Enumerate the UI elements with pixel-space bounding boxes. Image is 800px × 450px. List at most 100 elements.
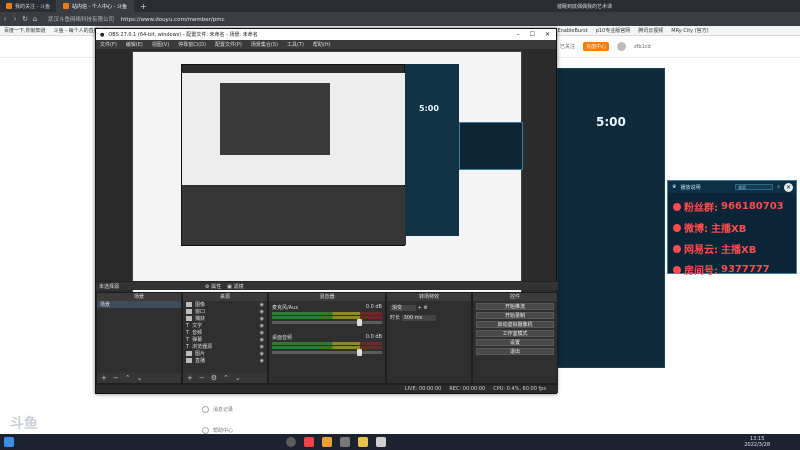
tab-messages[interactable]: 站内信 - 个人中心 - 斗鱼 <box>56 0 134 12</box>
avatar[interactable] <box>617 42 627 51</box>
home-icon <box>673 265 681 274</box>
tab-follow[interactable]: 我的关注 - 斗鱼 <box>0 0 57 12</box>
duration-input[interactable]: 300 ms <box>401 315 437 321</box>
bookmark-item[interactable]: 腾讯云视频 <box>638 27 663 34</box>
app-icon[interactable] <box>376 437 386 447</box>
menu-item-records[interactable]: 消息记录 <box>202 406 233 413</box>
overlay-search-input[interactable]: 搜索 <box>735 184 774 190</box>
menu-item-help[interactable]: 帮助中心 <box>202 427 233 434</box>
virtual-camera-button[interactable]: 启动虚拟摄像机 <box>476 321 554 328</box>
source-item[interactable]: T 弹幕 ◉ <box>183 336 267 344</box>
start-icon[interactable] <box>4 437 14 447</box>
menu-file[interactable]: 文件(F) <box>100 41 117 48</box>
volume-slider[interactable] <box>272 319 382 326</box>
follow-label[interactable]: 已关注 <box>560 43 575 50</box>
obs-preview[interactable]: 5:00 <box>132 51 523 299</box>
volume-slider[interactable] <box>272 349 382 356</box>
transition-type-select[interactable]: 渐变 + ⚙ <box>390 304 468 311</box>
steam-icon[interactable] <box>268 437 278 447</box>
close-icon[interactable]: ✕ <box>545 31 550 38</box>
menu-docks[interactable]: 停靠窗口(D) <box>178 41 206 48</box>
eye-icon[interactable]: ◉ <box>260 344 264 350</box>
studio-mode-button[interactable]: 工作室模式 <box>476 330 554 337</box>
system-clock[interactable]: 13:15 2022/3/28 <box>744 436 770 448</box>
source-item[interactable]: 窗口 ◉ <box>183 308 267 315</box>
bookmark-item[interactable]: 百度一下,你就知道 <box>4 27 46 34</box>
slider-knob[interactable] <box>357 349 362 356</box>
menu-help[interactable]: 帮助(H) <box>313 41 331 48</box>
menu-label: 帮助中心 <box>213 428 234 434</box>
back-icon[interactable]: ‹ <box>0 15 10 23</box>
add-icon[interactable]: + <box>418 305 422 311</box>
transition-type: 渐变 <box>390 305 417 311</box>
remove-icon[interactable]: − <box>199 374 205 382</box>
add-icon[interactable]: + <box>101 374 107 382</box>
app-icon[interactable] <box>340 437 350 447</box>
folder-icon[interactable] <box>358 437 368 447</box>
chrome-icon[interactable] <box>322 437 332 447</box>
gear-icon[interactable]: ⚙ <box>423 305 427 311</box>
forward-icon[interactable]: › <box>10 15 20 23</box>
menu-tools[interactable]: 工具(T) <box>287 41 304 48</box>
menu-scene-collection[interactable]: 场景集合(S) <box>251 41 278 48</box>
obs-taskbar-icon[interactable] <box>286 437 296 447</box>
close-icon[interactable]: ✕ <box>784 182 793 192</box>
bookmark-item[interactable]: p10专业版官网 <box>596 27 631 34</box>
start-streaming-button[interactable]: 开始推流 <box>476 303 554 310</box>
menu-edit[interactable]: 编辑(E) <box>126 41 143 48</box>
volume-meter <box>272 312 382 315</box>
eye-icon[interactable]: ◉ <box>260 323 264 329</box>
up-icon[interactable]: ⌃ <box>223 374 229 382</box>
search-icon[interactable]: ⌕ <box>777 184 780 190</box>
sources-dock-footer: + − ⚙ ⌃ ⌄ <box>183 373 267 383</box>
source-item[interactable]: 图片 ◉ <box>183 350 267 357</box>
properties-button[interactable]: ⚙ 属性 <box>205 283 221 290</box>
bookmark-item[interactable]: MRy City (官方) <box>671 27 708 34</box>
eye-icon[interactable]: ◉ <box>260 309 264 315</box>
gear-icon[interactable]: ⚙ <box>211 374 217 382</box>
filters-button[interactable]: ▣ 滤镜 <box>227 283 243 290</box>
countdown-timer: 5:00 <box>596 115 626 129</box>
maximize-icon[interactable]: ☐ <box>530 31 535 38</box>
eye-icon[interactable]: ◉ <box>260 337 264 343</box>
eye-icon[interactable]: ◉ <box>260 316 264 322</box>
source-item[interactable]: T 音频 ◉ <box>183 329 267 337</box>
scene-item[interactable]: 场景 <box>97 301 181 308</box>
menu-profile[interactable]: 配置文件(P) <box>215 41 242 48</box>
source-item[interactable]: 捕获 ◉ <box>183 315 267 322</box>
no-source-label: 未选择源 <box>99 283 120 290</box>
menu-view[interactable]: 视图(V) <box>152 41 169 48</box>
new-tab-button[interactable]: + <box>134 2 153 11</box>
minimize-icon[interactable]: – <box>517 31 520 38</box>
reload-icon[interactable]: ↻ <box>20 15 30 23</box>
tab-right-label[interactable]: 催眠到底偶偶我的艺术课 <box>557 3 612 10</box>
source-item[interactable]: T 浏览器源 ◉ <box>183 343 267 351</box>
url-field[interactable]: 武汉斗鱼网络科技有限公司 https://www.douyu.com/membe… <box>48 15 225 23</box>
eye-icon[interactable]: ◉ <box>260 330 264 336</box>
eye-icon[interactable]: ◉ <box>260 302 264 308</box>
cpu-status: CPU: 0.4%, 60.00 fps <box>493 386 546 392</box>
start-recording-button[interactable]: 开始录制 <box>476 312 554 319</box>
source-item[interactable]: T 文字 ◉ <box>183 322 267 330</box>
windows-taskbar: 13:15 2022/3/28 <box>0 434 800 450</box>
source-item[interactable]: 图像 ◉ <box>183 301 267 308</box>
exit-button[interactable]: 退出 <box>476 348 554 355</box>
home-icon[interactable]: ⌂ <box>30 15 40 23</box>
recharge-button[interactable]: 充值中心 <box>583 42 610 51</box>
slider-knob[interactable] <box>357 319 362 326</box>
source-label: 直播 <box>195 358 206 364</box>
remove-icon[interactable]: − <box>113 374 119 382</box>
source-item[interactable]: 直播 ◉ <box>183 357 267 364</box>
filters-label: 滤镜 <box>233 283 244 290</box>
down-icon[interactable]: ⌄ <box>137 374 143 382</box>
add-icon[interactable]: + <box>187 374 193 382</box>
up-icon[interactable]: ⌃ <box>125 374 131 382</box>
settings-button[interactable]: 设置 <box>476 339 554 346</box>
stream-widget-panel: 5:00 <box>557 68 665 368</box>
eye-icon[interactable]: ◉ <box>260 351 264 357</box>
down-icon[interactable]: ⌄ <box>235 374 241 382</box>
window-icon <box>186 309 192 314</box>
eye-icon[interactable]: ◉ <box>260 358 264 364</box>
username[interactable]: zfb1cd <box>634 44 651 50</box>
app-icon[interactable] <box>304 437 314 447</box>
